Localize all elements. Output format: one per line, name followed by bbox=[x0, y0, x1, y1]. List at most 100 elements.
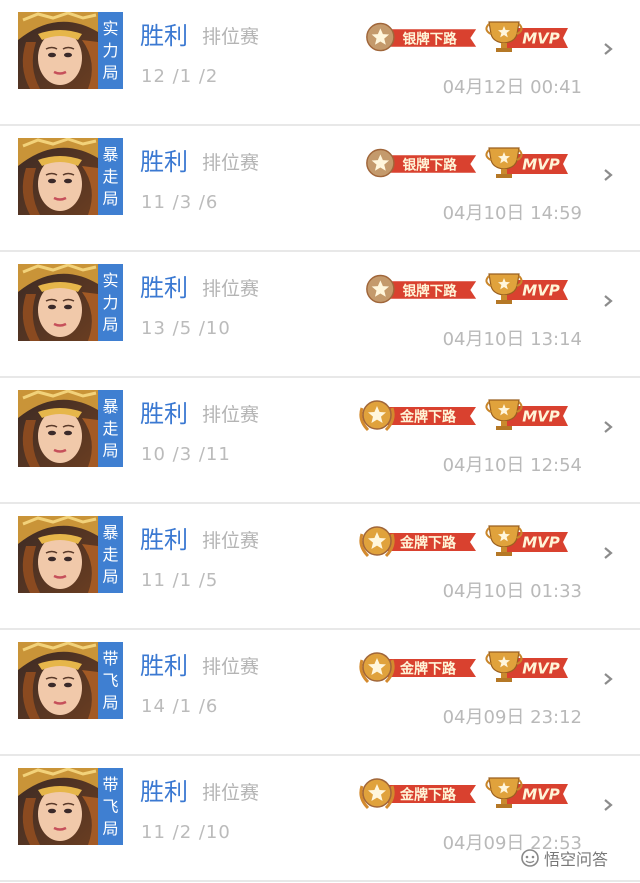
mvp-badge: MVP bbox=[485, 774, 570, 812]
mode-char: 局 bbox=[102, 188, 119, 208]
mode-char: 力 bbox=[102, 292, 119, 312]
chevron-right-icon[interactable] bbox=[600, 797, 616, 813]
rank-badge: 金牌下路 bbox=[358, 776, 480, 812]
svg-text:金牌下路: 金牌下路 bbox=[399, 661, 457, 678]
mode-char: 局 bbox=[102, 566, 119, 586]
match-history-list: 实 力 局 胜利 排位赛 12 /1 /2 银牌下路 MVP 04月12日 00… bbox=[0, 0, 640, 882]
match-type-label: 排位赛 bbox=[202, 782, 260, 804]
chevron-right-icon[interactable] bbox=[600, 167, 616, 183]
result-label: 胜利 bbox=[140, 400, 188, 428]
svg-text:银牌下路: 银牌下路 bbox=[403, 282, 458, 299]
match-date: 04月10日 12:54 bbox=[442, 455, 582, 476]
hero-portrait bbox=[18, 390, 98, 467]
mode-char: 实 bbox=[102, 18, 119, 38]
mode-tag: 暴 走 局 bbox=[98, 138, 123, 215]
mode-tag: 暴 走 局 bbox=[98, 516, 123, 593]
mode-tag: 实 力 局 bbox=[98, 264, 123, 341]
mode-tag: 实 力 局 bbox=[98, 12, 123, 89]
mode-char: 局 bbox=[102, 440, 119, 460]
kda-stats: 13 /5 /10 bbox=[141, 318, 231, 339]
kda-stats: 14 /1 /6 bbox=[141, 696, 219, 717]
hero-avatar: 实 力 局 bbox=[18, 12, 123, 89]
match-date: 04月10日 13:14 bbox=[442, 329, 582, 350]
result-label: 胜利 bbox=[140, 652, 188, 680]
svg-text:MVP: MVP bbox=[522, 408, 560, 426]
hero-avatar: 暴 走 局 bbox=[18, 516, 123, 593]
svg-text:银牌下路: 银牌下路 bbox=[403, 156, 458, 173]
watermark-text: 悟空问答 bbox=[544, 850, 609, 869]
result-label: 胜利 bbox=[140, 148, 188, 176]
result-label: 胜利 bbox=[140, 526, 188, 554]
hero-portrait bbox=[18, 138, 98, 215]
match-row[interactable]: 暴 走 局 胜利 排位赛 11 /1 /5 金牌下路 MVP 04月10日 01… bbox=[0, 504, 640, 630]
kda-stats: 11 /2 /10 bbox=[141, 822, 231, 843]
result-label: 胜利 bbox=[140, 778, 188, 806]
chevron-right-icon[interactable] bbox=[600, 545, 616, 561]
mode-char: 带 bbox=[102, 774, 119, 794]
svg-text:金牌下路: 金牌下路 bbox=[399, 409, 457, 426]
match-type-label: 排位赛 bbox=[202, 656, 260, 678]
mode-char: 局 bbox=[102, 62, 119, 82]
rank-badge: 金牌下路 bbox=[358, 524, 480, 560]
rank-badge: 银牌下路 bbox=[362, 20, 480, 56]
hero-portrait bbox=[18, 264, 98, 341]
match-type-label: 排位赛 bbox=[202, 152, 260, 174]
mode-tag: 带 飞 局 bbox=[98, 768, 123, 845]
match-row[interactable]: 暴 走 局 胜利 排位赛 10 /3 /11 金牌下路 MVP 04月10日 1… bbox=[0, 378, 640, 504]
wukong-logo-icon bbox=[521, 849, 539, 867]
chevron-right-icon[interactable] bbox=[600, 671, 616, 687]
result-label: 胜利 bbox=[140, 274, 188, 302]
hero-avatar: 带 飞 局 bbox=[18, 768, 123, 845]
svg-text:金牌下路: 金牌下路 bbox=[399, 787, 457, 804]
svg-text:MVP: MVP bbox=[522, 534, 560, 552]
chevron-right-icon[interactable] bbox=[600, 293, 616, 309]
hero-portrait bbox=[18, 642, 98, 719]
hero-portrait bbox=[18, 768, 98, 845]
rank-badge: 金牌下路 bbox=[358, 398, 480, 434]
svg-text:MVP: MVP bbox=[522, 30, 560, 48]
svg-text:银牌下路: 银牌下路 bbox=[403, 30, 458, 47]
mode-tag: 带 飞 局 bbox=[98, 642, 123, 719]
match-date: 04月10日 01:33 bbox=[442, 581, 582, 602]
chevron-right-icon[interactable] bbox=[600, 419, 616, 435]
mvp-badge: MVP bbox=[485, 18, 570, 56]
svg-text:金牌下路: 金牌下路 bbox=[399, 535, 457, 552]
match-row[interactable]: 带 飞 局 胜利 排位赛 14 /1 /6 金牌下路 MVP 04月09日 23… bbox=[0, 630, 640, 756]
match-date: 04月10日 14:59 bbox=[442, 203, 582, 224]
kda-stats: 11 /3 /6 bbox=[141, 192, 219, 213]
svg-text:MVP: MVP bbox=[522, 660, 560, 678]
match-type-label: 排位赛 bbox=[202, 278, 260, 300]
match-date: 04月12日 00:41 bbox=[442, 77, 582, 98]
chevron-right-icon[interactable] bbox=[600, 41, 616, 57]
match-type-label: 排位赛 bbox=[202, 530, 260, 552]
match-row[interactable]: 暴 走 局 胜利 排位赛 11 /3 /6 银牌下路 MVP 04月10日 14… bbox=[0, 126, 640, 252]
mode-char: 带 bbox=[102, 648, 119, 668]
kda-stats: 11 /1 /5 bbox=[141, 570, 219, 591]
mode-char: 局 bbox=[102, 818, 119, 838]
mode-char: 飞 bbox=[102, 670, 119, 690]
hero-portrait bbox=[18, 12, 98, 89]
mode-char: 局 bbox=[102, 314, 119, 334]
mode-char: 力 bbox=[102, 40, 119, 60]
mvp-badge: MVP bbox=[485, 522, 570, 560]
mode-char: 局 bbox=[102, 692, 119, 712]
match-row[interactable]: 实 力 局 胜利 排位赛 12 /1 /2 银牌下路 MVP 04月12日 00… bbox=[0, 0, 640, 126]
mode-char: 飞 bbox=[102, 796, 119, 816]
hero-portrait bbox=[18, 516, 98, 593]
hero-avatar: 实 力 局 bbox=[18, 264, 123, 341]
mode-char: 暴 bbox=[102, 144, 119, 164]
result-label: 胜利 bbox=[140, 22, 188, 50]
svg-text:MVP: MVP bbox=[522, 282, 560, 300]
mode-char: 暴 bbox=[102, 396, 119, 416]
mode-char: 暴 bbox=[102, 522, 119, 542]
rank-badge: 银牌下路 bbox=[362, 146, 480, 182]
mode-char: 走 bbox=[102, 166, 119, 186]
mvp-badge: MVP bbox=[485, 396, 570, 434]
match-row[interactable]: 实 力 局 胜利 排位赛 13 /5 /10 银牌下路 MVP 04月10日 1… bbox=[0, 252, 640, 378]
match-date: 04月09日 23:12 bbox=[442, 707, 582, 728]
mode-char: 走 bbox=[102, 544, 119, 564]
kda-stats: 12 /1 /2 bbox=[141, 66, 219, 87]
match-type-label: 排位赛 bbox=[202, 404, 260, 426]
hero-avatar: 暴 走 局 bbox=[18, 138, 123, 215]
rank-badge: 金牌下路 bbox=[358, 650, 480, 686]
